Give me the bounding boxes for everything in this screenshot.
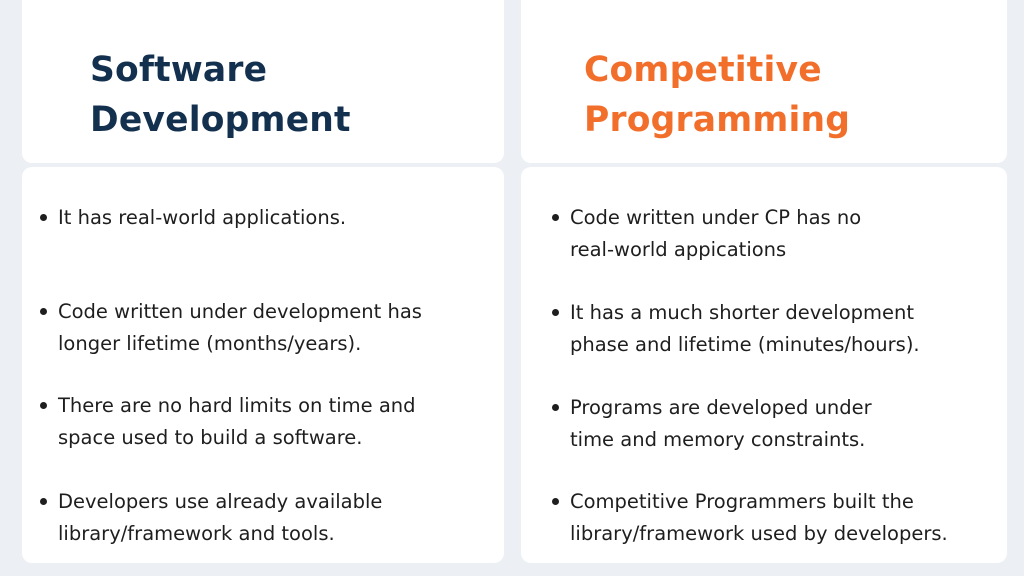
point-text: Programs are developed under time and me… (570, 396, 872, 451)
point-text: Competitive Programmers built the librar… (570, 490, 948, 545)
bullet-icon (38, 486, 58, 550)
bullet-icon (550, 392, 570, 456)
software-development-title-line1: Software (90, 50, 268, 90)
point-text: Code written under development has longe… (58, 300, 422, 355)
competitive-programming-point-3: Programs are developed under time and me… (550, 392, 1000, 456)
competitive-programming-point-1: Code written under CP has no real-world … (550, 202, 1000, 266)
software-development-point-1: It has real-world applications. (38, 202, 488, 234)
bullet-icon (38, 202, 58, 234)
bullet-icon (550, 486, 570, 550)
software-development-title: Software Development (90, 45, 351, 145)
competitive-programming-title: Competitive Programming (584, 45, 850, 145)
point-text: It has a much shorter development phase … (570, 301, 920, 356)
bullet-icon (38, 390, 58, 454)
software-development-title-line2: Development (90, 100, 351, 140)
software-development-point-3: There are no hard limits on time and spa… (38, 390, 488, 454)
point-text: Code written under CP has no real-world … (570, 206, 862, 261)
point-text: It has real-world applications. (58, 206, 347, 229)
competitive-programming-title-line1: Competitive (584, 50, 822, 90)
bullet-icon (38, 296, 58, 360)
software-development-point-4: Developers use already available library… (38, 486, 488, 550)
competitive-programming-title-line2: Programming (584, 100, 851, 140)
competitive-programming-point-4: Competitive Programmers built the librar… (550, 486, 1000, 550)
point-text: There are no hard limits on time and spa… (58, 394, 416, 449)
software-development-point-2: Code written under development has longe… (38, 296, 488, 360)
point-text: Developers use already available library… (58, 490, 383, 545)
bullet-icon (550, 202, 570, 266)
bullet-icon (550, 297, 570, 361)
competitive-programming-point-2: It has a much shorter development phase … (550, 297, 1000, 361)
